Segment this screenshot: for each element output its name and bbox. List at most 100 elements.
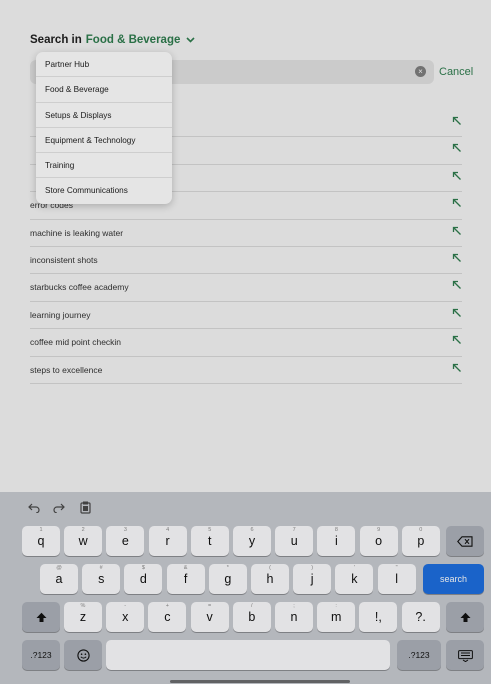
category-dropdown[interactable]: Partner Hub Food & Beverage Setups & Displ…	[36, 52, 172, 204]
key-label: !,	[374, 610, 382, 624]
home-indicator	[170, 680, 350, 683]
key-g[interactable]: * g	[208, 564, 247, 594]
key-label: b	[248, 610, 256, 624]
key-label: a	[55, 572, 63, 586]
key-secondary-label: (	[269, 565, 271, 571]
key-8[interactable]: ?.	[401, 602, 440, 632]
key-d[interactable]: $ d	[124, 564, 163, 594]
suggestion-row[interactable]: starbucks coffee academy	[30, 274, 462, 302]
shift-icon[interactable]	[446, 602, 484, 632]
arrow-up-left-icon[interactable]	[452, 226, 462, 239]
search-panel: Search in Food & Beverage × Cancel error…	[0, 0, 491, 492]
dropdown-item[interactable]: Food & Beverage	[36, 77, 172, 103]
search-button[interactable]: search	[423, 564, 484, 594]
key-secondary-label: 6	[250, 527, 254, 533]
arrow-up-left-icon[interactable]	[452, 253, 462, 266]
delete-icon[interactable]	[446, 526, 484, 556]
key-3[interactable]: = v	[190, 602, 229, 632]
key-p[interactable]: 0p	[401, 526, 440, 556]
key-o[interactable]: 9o	[359, 526, 398, 556]
dropdown-item[interactable]: Training	[36, 153, 172, 179]
key-r[interactable]: 4r	[148, 526, 187, 556]
suggestion-text: coffee mid point checkin	[30, 337, 122, 348]
key-secondary-label: $	[141, 565, 145, 571]
key-i[interactable]: 8i	[317, 526, 356, 556]
cancel-button[interactable]: Cancel	[439, 66, 473, 78]
clear-icon[interactable]: ×	[415, 66, 426, 77]
key-label: h	[266, 572, 274, 586]
suggestion-text: steps to excellence	[30, 364, 103, 375]
key-secondary-label: =	[207, 603, 212, 609]
chevron-down-icon[interactable]	[186, 35, 195, 46]
suggestion-text: inconsistent shots	[30, 254, 98, 265]
key-secondary-label: "	[395, 565, 398, 571]
key-l[interactable]: " l	[377, 564, 416, 594]
arrow-up-left-icon[interactable]	[452, 198, 462, 211]
numbers-key[interactable]: .?123	[397, 640, 441, 670]
key-q[interactable]: 1q	[22, 526, 60, 556]
key-h[interactable]: (h	[251, 564, 289, 594]
key-0[interactable]: % z	[64, 602, 102, 632]
dropdown-item[interactable]: Equipment & Technology	[36, 128, 172, 154]
key-label: n	[290, 610, 298, 624]
key-y[interactable]: 6y	[233, 526, 271, 556]
arrow-up-left-icon[interactable]	[452, 280, 462, 293]
suggestion-text: learning journey	[30, 309, 91, 320]
key-secondary-label: 5	[208, 527, 212, 533]
dropdown-item[interactable]: Setups & Displays	[36, 103, 172, 128]
key-secondary-label: @	[56, 565, 62, 571]
key-label: i	[335, 534, 338, 548]
undo-icon[interactable]	[28, 501, 40, 516]
suggestion-text: machine is leaking water	[30, 227, 124, 238]
suggestion-row[interactable]: steps to excellence	[30, 357, 462, 384]
key-w[interactable]: 2w	[64, 526, 103, 556]
paste-icon[interactable]	[80, 501, 91, 517]
key-secondary-label: *	[226, 565, 229, 571]
key-secondary-label: '	[353, 565, 355, 571]
arrow-up-left-icon[interactable]	[452, 363, 462, 376]
dropdown-item[interactable]: Store Communications	[36, 178, 172, 203]
suggestion-row[interactable]: learning journey	[30, 302, 462, 330]
key-f[interactable]: & f	[166, 564, 205, 594]
key-k[interactable]: ' k	[335, 564, 374, 594]
scope-category[interactable]: Food & Beverage	[86, 34, 181, 46]
key-secondary-label: 0	[419, 527, 423, 533]
suggestion-row[interactable]: coffee mid point checkin	[30, 329, 462, 357]
key-2[interactable]: + c	[148, 602, 187, 632]
shift-icon[interactable]	[22, 602, 60, 632]
key-5[interactable]: ; n	[275, 602, 313, 632]
dropdown-item[interactable]: Partner Hub	[36, 52, 172, 78]
key-label: l	[395, 572, 398, 586]
key-7[interactable]: !,	[359, 602, 398, 632]
arrow-up-left-icon[interactable]	[452, 335, 462, 348]
arrow-up-left-icon[interactable]	[452, 308, 462, 321]
space-bar[interactable]	[106, 640, 390, 670]
key-label: e	[121, 534, 129, 548]
arrow-up-left-icon[interactable]	[452, 116, 462, 129]
arrow-up-left-icon[interactable]	[452, 171, 462, 184]
key-e[interactable]: 3e	[106, 526, 145, 556]
key-u[interactable]: 7u	[275, 526, 314, 556]
suggestion-row[interactable]: machine is leaking water	[30, 220, 462, 247]
key-1[interactable]: -x	[106, 602, 145, 632]
key-label: .?123	[30, 650, 52, 660]
keyboard-hide-icon[interactable]	[446, 640, 484, 670]
redo-icon[interactable]	[53, 501, 65, 516]
suggestion-row[interactable]: inconsistent shots	[30, 247, 462, 275]
search-scope-selector[interactable]: Search in Food & Beverage	[30, 34, 195, 46]
key-label: d	[139, 572, 147, 586]
keyboard: 1 q 2 w 3 e 4 r 5 t 6 y 7 u 8 i 9 o 0 p @ a # s $ d & f * g(h) j ' k " l se…	[0, 492, 491, 684]
key-6[interactable]: :m	[317, 602, 356, 632]
key-label: s	[98, 572, 105, 586]
key-label: o	[375, 534, 383, 548]
key-4[interactable]: / b	[232, 602, 271, 632]
key-secondary-label: %	[80, 603, 86, 609]
key-t[interactable]: 5t	[190, 526, 229, 556]
key-secondary-label: ;	[293, 603, 295, 609]
key-j[interactable]: ) j	[293, 564, 332, 594]
key-a[interactable]: @ a	[40, 564, 78, 594]
numbers-key[interactable]: .?123	[22, 640, 60, 670]
emoji-icon[interactable]	[64, 640, 102, 670]
arrow-up-left-icon[interactable]	[452, 143, 462, 156]
key-s[interactable]: # s	[82, 564, 121, 594]
